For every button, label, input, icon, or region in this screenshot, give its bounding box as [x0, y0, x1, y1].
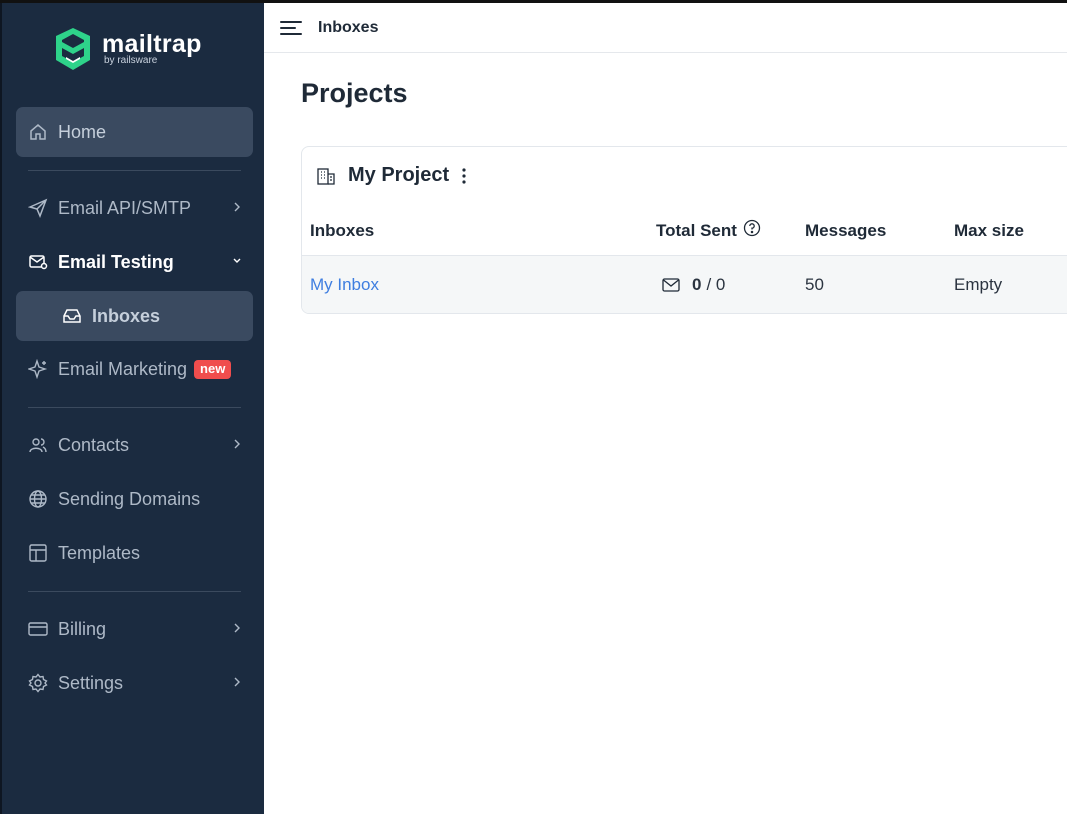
chevron-right-icon	[234, 677, 240, 687]
sidebar-item-label: Email Testing	[58, 251, 174, 272]
top-header: Inboxes	[264, 3, 1067, 53]
users-icon	[29, 438, 47, 453]
chevron-down-icon	[233, 258, 241, 263]
kebab-icon[interactable]	[457, 166, 471, 186]
sidebar-divider	[28, 591, 241, 592]
column-header-total-sent: Total Sent	[656, 219, 761, 241]
project-name[interactable]: My Project	[348, 164, 449, 187]
house-icon	[30, 124, 46, 140]
sidebar-divider	[28, 170, 241, 171]
column-label: Inboxes	[310, 221, 375, 240]
column-header-inboxes: Inboxes	[310, 221, 374, 241]
sidebar-item-label: Sending Domains	[58, 488, 201, 509]
mail-check-icon	[29, 255, 48, 270]
sidebar-item-label: Home	[58, 121, 107, 142]
table-row[interactable]: My Inbox 0 / 0 50 Empty	[302, 255, 1067, 313]
inbox-link[interactable]: My Inbox	[310, 275, 379, 295]
column-label: Total Sent	[656, 221, 737, 240]
credit-card-icon	[28, 622, 48, 636]
sidebar: mailtrap by railsware Home Email API/SMT…	[0, 0, 264, 814]
sidebar-item-label: Settings	[58, 672, 124, 693]
mailtrap-logo-icon	[56, 28, 90, 70]
header-title: Inboxes	[318, 18, 379, 36]
page-title: Projects	[301, 78, 408, 108]
sidebar-item-inboxes[interactable]: Inboxes	[16, 291, 253, 341]
sidebar-item-email-api[interactable]: Email API/SMTP	[16, 183, 253, 233]
sidebar-item-templates[interactable]: Templates	[16, 528, 253, 578]
template-layout-icon	[29, 544, 47, 562]
max-size-cell: Empty	[954, 275, 1003, 294]
column-label: Max size	[954, 221, 1024, 240]
new-badge: new	[194, 359, 232, 379]
sidebar-item-settings[interactable]: Settings	[16, 658, 253, 708]
sidebar-item-email-testing[interactable]: Email Testing	[16, 237, 253, 287]
gear-icon	[28, 673, 48, 693]
sidebar-item-label: Email API/SMTP	[58, 197, 192, 218]
column-header-messages: Messages	[805, 221, 886, 241]
sidebar-item-label: Contacts	[58, 434, 130, 455]
sidebar-item-email-marketing[interactable]: Email Marketing new	[16, 344, 253, 394]
sidebar-divider	[28, 407, 241, 408]
sparkle-icon	[28, 359, 48, 379]
menu-icon[interactable]	[280, 19, 302, 37]
window-top-edge	[0, 0, 1067, 3]
inbox-tray-icon	[63, 309, 81, 323]
chevron-right-icon	[234, 202, 240, 212]
sent-limit: / 0	[706, 275, 726, 294]
building-icon	[317, 167, 335, 185]
sidebar-item-home[interactable]: Home	[16, 107, 253, 157]
paper-plane-icon	[28, 198, 48, 218]
messages-cell: 50	[805, 275, 824, 294]
chevron-right-icon	[234, 439, 240, 449]
column-label: Messages	[805, 221, 887, 240]
logo-name: mailtrap	[102, 30, 202, 58]
column-header-max-size: Max size	[954, 221, 1024, 241]
sidebar-item-sending-domains[interactable]: Sending Domains	[16, 474, 253, 524]
sidebar-item-label: Templates	[58, 542, 141, 563]
sidebar-item-label: Email Marketing	[58, 358, 188, 379]
sent-count: 0	[692, 275, 702, 294]
sidebar-item-contacts[interactable]: Contacts	[16, 420, 253, 470]
project-header: My Project	[316, 164, 471, 187]
envelope-icon	[662, 278, 680, 292]
chevron-right-icon	[234, 623, 240, 633]
total-sent-cell: 0 / 0	[662, 275, 725, 295]
logo[interactable]: mailtrap by railsware	[52, 26, 202, 72]
help-circle-icon[interactable]	[743, 219, 761, 237]
sidebar-item-label: Inboxes	[92, 305, 161, 326]
sidebar-item-billing[interactable]: Billing	[16, 604, 253, 654]
project-card: My Project Inboxes Total Sent Messages M…	[301, 146, 1067, 314]
sidebar-item-label: Billing	[58, 618, 107, 639]
globe-icon	[29, 490, 47, 508]
